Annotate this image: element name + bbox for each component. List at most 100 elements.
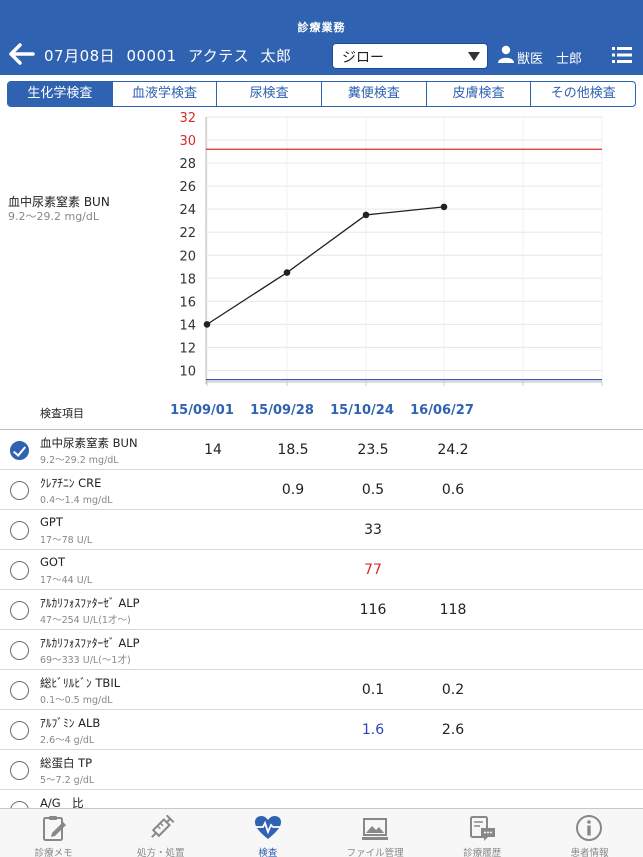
tab-urine[interactable]: 尿検査: [216, 82, 321, 106]
test-item-name: ｸﾚｱﾁﾆﾝ CRE: [40, 476, 102, 490]
date-header: 15/09/01: [170, 403, 234, 418]
test-value-cell: 0.9: [281, 482, 305, 498]
tab-hematology[interactable]: 血液学検査: [111, 82, 217, 106]
data-point: [362, 211, 370, 219]
test-value-cell: 116: [359, 602, 387, 618]
user-icon: [498, 45, 514, 63]
vet-label: 獣医: [517, 52, 544, 67]
data-point: [440, 203, 448, 211]
test-item-name: ｱﾙｶﾘﾌｫｽﾌｧﾀｰｾﾞ ALP: [40, 596, 140, 610]
test-result-row[interactable]: ｱﾙｶﾘﾌｫｽﾌｧﾀｰｾﾞ ALP 69～333 U/L(～1才): [0, 630, 643, 670]
chevron-down-icon: [468, 52, 480, 61]
data-point: [203, 321, 211, 328]
radio-unchecked-icon[interactable]: [10, 641, 29, 660]
patient-id: 00001: [126, 47, 177, 65]
vet-name: 士郎: [556, 52, 583, 67]
test-results-list: 血中尿素窒素 BUN 9.2～29.2 mg/dL 14 18.5 23.5 24.2 ｸﾚ…: [0, 430, 643, 830]
test-result-row[interactable]: GOT 17～44 U/L 77: [0, 550, 643, 590]
test-value-cell: 0.1: [361, 682, 385, 698]
test-item-name: GPT: [40, 515, 63, 529]
heart-pulse-icon: [254, 816, 281, 839]
tabbar-item-prescription[interactable]: 処方・処置: [107, 809, 214, 857]
test-result-row[interactable]: ｸﾚｱﾁﾆﾝ CRE 0.4～1.4 mg/dL 0.9 0.5 0.6: [0, 470, 643, 510]
radio-unchecked-icon[interactable]: [10, 601, 29, 620]
tab-skin[interactable]: 皮膚検査: [425, 82, 531, 106]
test-value-cell: 33: [364, 522, 382, 538]
back-arrow-icon[interactable]: [9, 43, 35, 65]
radio-unchecked-icon[interactable]: [10, 481, 29, 500]
pet-select[interactable]: ジロー: [332, 43, 488, 69]
date-header: 15/09/28: [250, 403, 314, 418]
radio-unchecked-icon[interactable]: [10, 561, 29, 580]
owner-name: アクテス: [187, 47, 250, 65]
visit-date: 07月08日: [44, 47, 116, 65]
test-value-cell: 14: [204, 442, 222, 458]
test-value-cell: 0.6: [441, 482, 465, 498]
test-result-row[interactable]: GPT 17～78 U/L 33: [0, 510, 643, 550]
data-point: [283, 269, 291, 276]
date-header: 16/06/27: [410, 403, 474, 418]
test-value-cell: 1.6: [361, 722, 385, 738]
test-value-cell: 118: [439, 602, 467, 618]
test-result-row[interactable]: 血中尿素窒素 BUN 9.2～29.2 mg/dL 14 18.5 23.5 24.2: [0, 430, 643, 470]
tabbar-label: 患者情報: [570, 848, 609, 857]
test-result-row[interactable]: ｱﾙﾌﾞﾐﾝ ALB 2.6～4 g/dL 1.6 2.6: [0, 710, 643, 750]
tabbar-item-files[interactable]: ファイル管理: [322, 809, 429, 857]
app-title: 診療業務: [297, 21, 346, 34]
radio-checked-icon[interactable]: [10, 441, 29, 460]
tabbar-item-patient-info[interactable]: 患者情報: [536, 809, 643, 857]
tabbar-item-tests[interactable]: 検査: [214, 809, 321, 857]
image-file-icon: [362, 818, 389, 840]
patient-info: 07月08日 00001 アクテス 太郎: [44, 45, 298, 66]
radio-unchecked-icon[interactable]: [10, 681, 29, 700]
syringe-icon: [150, 814, 175, 838]
y-tick-label: 32: [179, 111, 196, 126]
tabbar-label: 診療履歴: [463, 848, 502, 857]
radio-unchecked-icon[interactable]: [10, 721, 29, 740]
history-chat-icon: [470, 816, 496, 841]
radio-unchecked-icon[interactable]: [10, 761, 29, 780]
test-value-cell: 23.5: [357, 442, 389, 458]
table-header: 検査項目 15/09/01 15/09/28 15/10/24 16/06/27: [0, 398, 643, 430]
tab-other[interactable]: その他検査: [530, 82, 635, 106]
test-result-row[interactable]: ｱﾙｶﾘﾌｫｽﾌｧﾀｰｾﾞ ALP 47～254 U/L(1才～) 116 118: [0, 590, 643, 630]
test-result-row[interactable]: 総蛋白 TP 5～7.2 g/dL: [0, 750, 643, 790]
test-item-name: GOT: [40, 555, 65, 569]
tab-biochemistry[interactable]: 生化学検査: [8, 82, 112, 106]
test-item-range: 47～254 U/L(1才～): [40, 615, 131, 626]
item-column-header: 検査項目: [40, 407, 84, 420]
tabbar-item-history[interactable]: 診療履歴: [429, 809, 536, 857]
y-tick-label: 26: [179, 180, 196, 195]
y-tick-label: 18: [179, 272, 196, 287]
test-item-range: 9.2～29.2 mg/dL: [40, 455, 119, 466]
test-value-cell: 77: [364, 562, 382, 578]
tabbar-label: 処方・処置: [137, 848, 185, 857]
tabbar-item-memo[interactable]: 診療メモ: [0, 809, 107, 857]
test-item-name: 血中尿素窒素 BUN: [40, 436, 138, 450]
test-item-name: 総ﾋﾞﾘﾙﾋﾞﾝ TBIL: [40, 676, 121, 690]
test-item-range: 5～7.2 g/dL: [40, 775, 95, 786]
radio-unchecked-icon[interactable]: [10, 521, 29, 540]
date-header: 15/10/24: [330, 403, 394, 418]
tab-stool[interactable]: 糞便検査: [321, 82, 426, 106]
y-tick-label: 24: [179, 203, 196, 218]
test-item-range: 2.6～4 g/dL: [40, 735, 95, 746]
y-tick-label: 14: [179, 318, 196, 333]
list-menu-icon[interactable]: [612, 47, 632, 63]
test-item-range: 0.1～0.5 mg/dL: [40, 695, 113, 706]
test-item-range: 0.4～1.4 mg/dL: [40, 495, 113, 506]
test-result-row[interactable]: 総ﾋﾞﾘﾙﾋﾞﾝ TBIL 0.1～0.5 mg/dL 0.1 0.2: [0, 670, 643, 710]
y-tick-label: 28: [179, 157, 196, 172]
y-tick-label: 20: [179, 249, 196, 264]
tabbar-label: 検査: [258, 848, 278, 857]
y-tick-label: 12: [179, 341, 196, 356]
memo-icon: [42, 816, 66, 841]
test-value-cell: 24.2: [437, 442, 469, 458]
y-tick-label: 22: [179, 226, 196, 241]
trend-chart: 10 12 14 16 18 20 22 24 26 28 30 32: [179, 111, 603, 386]
test-item-name: ｱﾙﾌﾞﾐﾝ ALB: [40, 716, 101, 730]
test-category-tabs: 生化学検査 血液学検査 尿検査 糞便検査 皮膚検査 その他検査: [7, 81, 636, 107]
test-item-range: 17～44 U/L: [40, 575, 93, 586]
test-item-name: ｱﾙｶﾘﾌｫｽﾌｧﾀｰｾﾞ ALP: [40, 636, 140, 650]
y-tick-label: 10: [179, 364, 196, 379]
